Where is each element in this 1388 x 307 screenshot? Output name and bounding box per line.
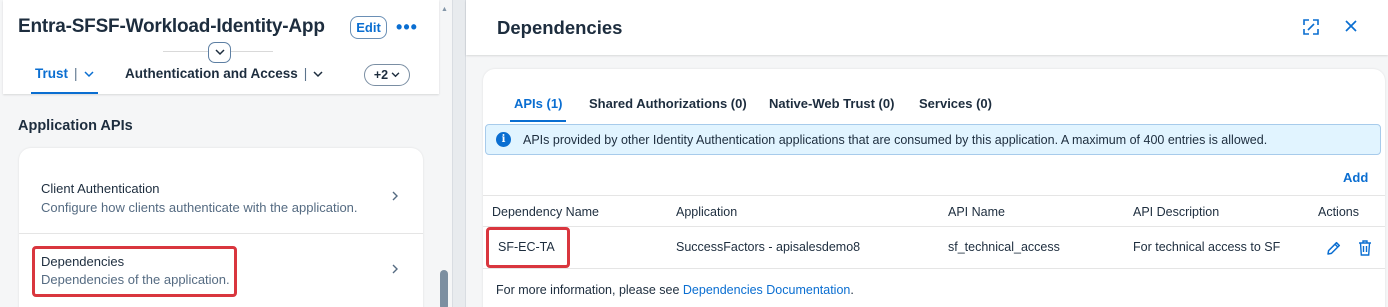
column-header-application: Application (676, 205, 738, 219)
tab-services[interactable]: Services (0) (919, 96, 992, 111)
footer-prefix: For more information, please see (496, 283, 683, 297)
chevron-down-icon[interactable] (84, 71, 94, 78)
tab-authentication-and-access[interactable]: Authentication and Access | (125, 66, 323, 94)
dialog-header: Dependencies (466, 0, 1388, 55)
chevron-right-icon (392, 264, 398, 274)
dependencies-panel: APIs (1) Shared Authorizations (0) Nativ… (483, 69, 1385, 307)
add-button[interactable]: Add (1343, 170, 1368, 185)
tab-separator: | (74, 66, 78, 81)
pane-divider[interactable] (452, 0, 466, 307)
column-header-actions: Actions (1318, 205, 1359, 219)
tab-separator: | (303, 66, 308, 81)
close-icon[interactable] (1342, 17, 1360, 35)
more-tabs-button[interactable]: +2 (364, 64, 410, 86)
column-header-api-name: API Name (948, 205, 1005, 219)
information-icon: i (496, 132, 511, 147)
table-row[interactable]: SF-EC-TA SuccessFactors - apisalesdemo8 … (483, 227, 1385, 269)
tab-trust-label: Trust (35, 66, 69, 81)
highlight-box-dependencies (32, 246, 237, 297)
chevron-right-icon (392, 191, 398, 201)
cell-application: SuccessFactors - apisalesdemo8 (676, 240, 861, 254)
more-tabs-label: +2 (373, 68, 389, 82)
tab-shared-authorizations[interactable]: Shared Authorizations (0) (589, 96, 747, 111)
dependencies-documentation-link[interactable]: Dependencies Documentation (683, 283, 850, 297)
cell-api-description: For technical access to SF (1133, 240, 1281, 254)
edit-button[interactable]: Edit (350, 16, 387, 39)
chevron-down-icon (214, 49, 225, 56)
scroll-up-icon[interactable]: ▲ (441, 6, 448, 13)
trash-icon[interactable] (1357, 239, 1373, 257)
column-header-api-description: API Description (1133, 205, 1220, 219)
chevron-down-icon[interactable] (313, 71, 323, 78)
chevron-down-icon (391, 72, 400, 78)
info-text: APIs provided by other Identity Authenti… (523, 133, 1268, 147)
table-header: Dependency Name Application API Name API… (483, 195, 1385, 227)
scrollbar-thumb[interactable] (440, 270, 448, 307)
pencil-icon[interactable] (1325, 239, 1341, 257)
tab-trust[interactable]: Trust | (31, 66, 98, 94)
cell-api-name: sf_technical_access (948, 240, 1060, 254)
object-header: Entra-SFSF-Workload-Identity-App Edit ••… (3, 0, 439, 94)
left-pane: Entra-SFSF-Workload-Identity-App Edit ••… (0, 0, 452, 307)
tab-native-web-trust[interactable]: Native-Web Trust (0) (769, 96, 894, 111)
list-item-title: Client Authentication (41, 181, 160, 196)
collapse-header-button[interactable] (208, 42, 231, 63)
tab-auth-label: Authentication and Access (125, 66, 298, 81)
more-actions-button[interactable]: ••• (395, 14, 419, 40)
dialog-title: Dependencies (497, 17, 623, 38)
highlight-box-dependency-name (486, 227, 570, 268)
app-title: Entra-SFSF-Workload-Identity-App (18, 16, 325, 37)
footer-text: For more information, please see Depende… (496, 283, 854, 297)
column-header-dependency-name: Dependency Name (492, 205, 600, 219)
section-title: Application APIs (18, 118, 133, 134)
footer-suffix: . (850, 283, 854, 297)
fullscreen-icon[interactable] (1302, 18, 1320, 36)
dependencies-dialog: Dependencies APIs (1) Shared Authorizati… (466, 0, 1388, 307)
info-strip: i APIs provided by other Identity Authen… (485, 124, 1381, 155)
list-item-description: Configure how clients authenticate with … (41, 200, 358, 215)
list-item-client-authentication[interactable]: Client Authentication Configure how clie… (19, 162, 423, 234)
tab-apis[interactable]: APIs (1) (509, 96, 567, 122)
